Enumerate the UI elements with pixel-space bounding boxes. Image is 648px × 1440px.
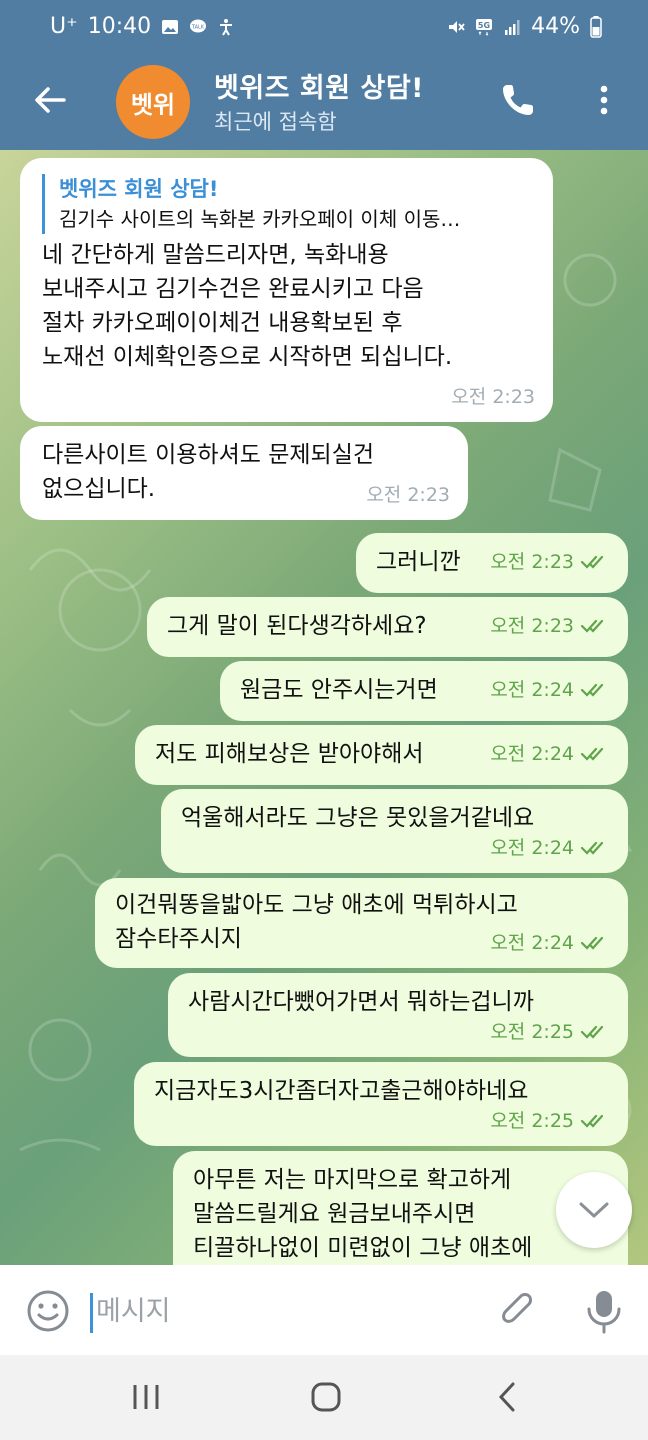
status-left: U⁺ 10:40 TALK	[50, 14, 235, 39]
double-check-icon	[580, 683, 604, 697]
message-time: 오전 2:23	[490, 615, 574, 637]
message-bubble-outgoing[interactable]: 이건뭐똥을밟아도 그냥 애초에 먹튀하시고 잠수타주시지 오전 2:24	[95, 878, 628, 968]
message-bubble-outgoing[interactable]: 그러니깐 오전 2:23	[356, 533, 628, 593]
message-meta: 오전 2:24	[490, 831, 610, 865]
composer-bar	[0, 1265, 648, 1355]
avatar[interactable]: 벳위	[116, 65, 190, 139]
chat-header: 벳위 벳위즈 회원 상담! 최근에 접속함	[0, 58, 648, 150]
scroll-to-bottom-button[interactable]	[556, 1172, 632, 1248]
message-time: 오전 2:24	[490, 679, 574, 701]
double-check-icon	[580, 619, 604, 633]
message-bubble-outgoing[interactable]: 원금도 안주시는거면 오전 2:24	[220, 661, 628, 721]
message-time: 오전 2:25	[490, 1110, 574, 1132]
message-time: 오전 2:23	[490, 551, 574, 573]
message-meta: 오전 2:25	[490, 1015, 610, 1049]
battery-icon	[590, 15, 602, 38]
message-time: 오전 2:23	[366, 484, 450, 506]
reply-preview[interactable]: 벳위즈 회원 상담! 김기수 사이트의 녹화본 카카오페이 이체 이동…	[42, 174, 533, 234]
status-bar: U⁺ 10:40 TALK 5G 44%	[0, 0, 648, 58]
microphone-icon[interactable]	[584, 1287, 624, 1335]
message-time: 오전 2:24	[490, 743, 574, 765]
recent-apps-icon[interactable]	[126, 1377, 166, 1417]
message-bubble-outgoing[interactable]: 사람시간다뺐어가면서 뭐하는겁니까 오전 2:25	[168, 973, 628, 1057]
image-icon	[162, 19, 179, 34]
reply-text: 김기수 사이트의 녹화본 카카오페이 이체 이동…	[59, 207, 461, 231]
message-meta: 오전 2:24	[490, 926, 610, 960]
svg-text:5G: 5G	[478, 21, 490, 30]
svg-text:TALK: TALK	[191, 24, 205, 30]
battery-percent: 44%	[531, 14, 580, 39]
message-time: 오전 2:24	[490, 837, 574, 859]
message-meta: 오전 2:25	[490, 1104, 610, 1138]
message-input[interactable]	[96, 1289, 456, 1333]
double-check-icon	[580, 555, 604, 569]
home-icon[interactable]	[306, 1377, 346, 1417]
message-text: 사람시간다뺐어가면서 뭐하는겁니까	[188, 989, 534, 1015]
message-time: 오전 2:25	[490, 1021, 574, 1043]
message-bubble-outgoing[interactable]: 저도 피해보상은 받아야해서 오전 2:24	[135, 725, 628, 785]
double-check-icon	[580, 1114, 604, 1128]
carrier-label: U⁺	[50, 14, 78, 39]
emoji-icon[interactable]	[26, 1289, 70, 1333]
message-bubble-incoming[interactable]: 벳위즈 회원 상담! 김기수 사이트의 녹화본 카카오페이 이체 이동… 네 간…	[20, 158, 553, 422]
double-check-icon	[580, 1025, 604, 1039]
message-text: 지금자도3시간좀더자고출근해야하네요	[154, 1078, 529, 1104]
more-vertical-icon[interactable]	[590, 80, 618, 120]
accessibility-icon	[220, 18, 233, 36]
message-time: 오전 2:24	[490, 932, 574, 954]
back-nav-icon[interactable]	[488, 1377, 528, 1417]
chat-title[interactable]: 벳위즈 회원 상담!	[214, 66, 424, 105]
message-time: 오전 2:23	[451, 386, 535, 408]
message-meta: 오전 2:24	[490, 673, 610, 707]
paperclip-icon[interactable]	[494, 1287, 542, 1335]
double-check-icon	[580, 747, 604, 761]
5g-icon: 5G	[476, 18, 493, 36]
system-nav-bar	[0, 1355, 648, 1440]
message-meta: 오전 2:23	[490, 609, 610, 643]
message-meta: 오전 2:23	[490, 545, 610, 579]
status-right: 5G 44%	[447, 14, 602, 39]
message-list[interactable]: 벳위즈 회원 상담! 김기수 사이트의 녹화본 카카오페이 이체 이동… 네 간…	[0, 150, 648, 1265]
message-meta: 오전 2:23	[451, 380, 535, 414]
message-bubble-incoming[interactable]: 다른사이트 이용하셔도 문제되실건 없으십니다. 오전 2:23	[20, 426, 468, 520]
message-meta: 오전 2:24	[490, 737, 610, 771]
signal-icon	[505, 19, 520, 35]
mute-icon	[449, 20, 465, 33]
message-text: 억울해서라도 그냥은 못있을거같네요	[181, 805, 535, 831]
message-bubble-outgoing[interactable]: 그게 말이 된다생각하세요? 오전 2:23	[147, 597, 628, 657]
last-seen-status: 최근에 접속함	[214, 110, 337, 134]
message-meta: 오전 2:23	[366, 478, 450, 512]
reply-sender: 벳위즈 회원 상담!	[59, 177, 219, 201]
message-bubble-outgoing[interactable]: 억울해서라도 그냥은 못있을거같네요 오전 2:24	[161, 789, 628, 873]
phone-icon[interactable]	[498, 80, 538, 120]
text-caret	[90, 1293, 93, 1333]
double-check-icon	[580, 841, 604, 855]
talk-icon: TALK	[190, 19, 207, 32]
double-check-icon	[580, 936, 604, 950]
clock: 10:40	[87, 14, 152, 39]
chevron-down-icon	[579, 1202, 609, 1218]
back-arrow-icon[interactable]	[30, 80, 70, 120]
message-text: 네 간단하게 말씀드리자면, 녹화내용 보내주시고 김기수건은 완료시키고 다음…	[42, 242, 453, 370]
message-bubble-outgoing[interactable]: 지금자도3시간좀더자고출근해야하네요 오전 2:25	[134, 1062, 628, 1146]
